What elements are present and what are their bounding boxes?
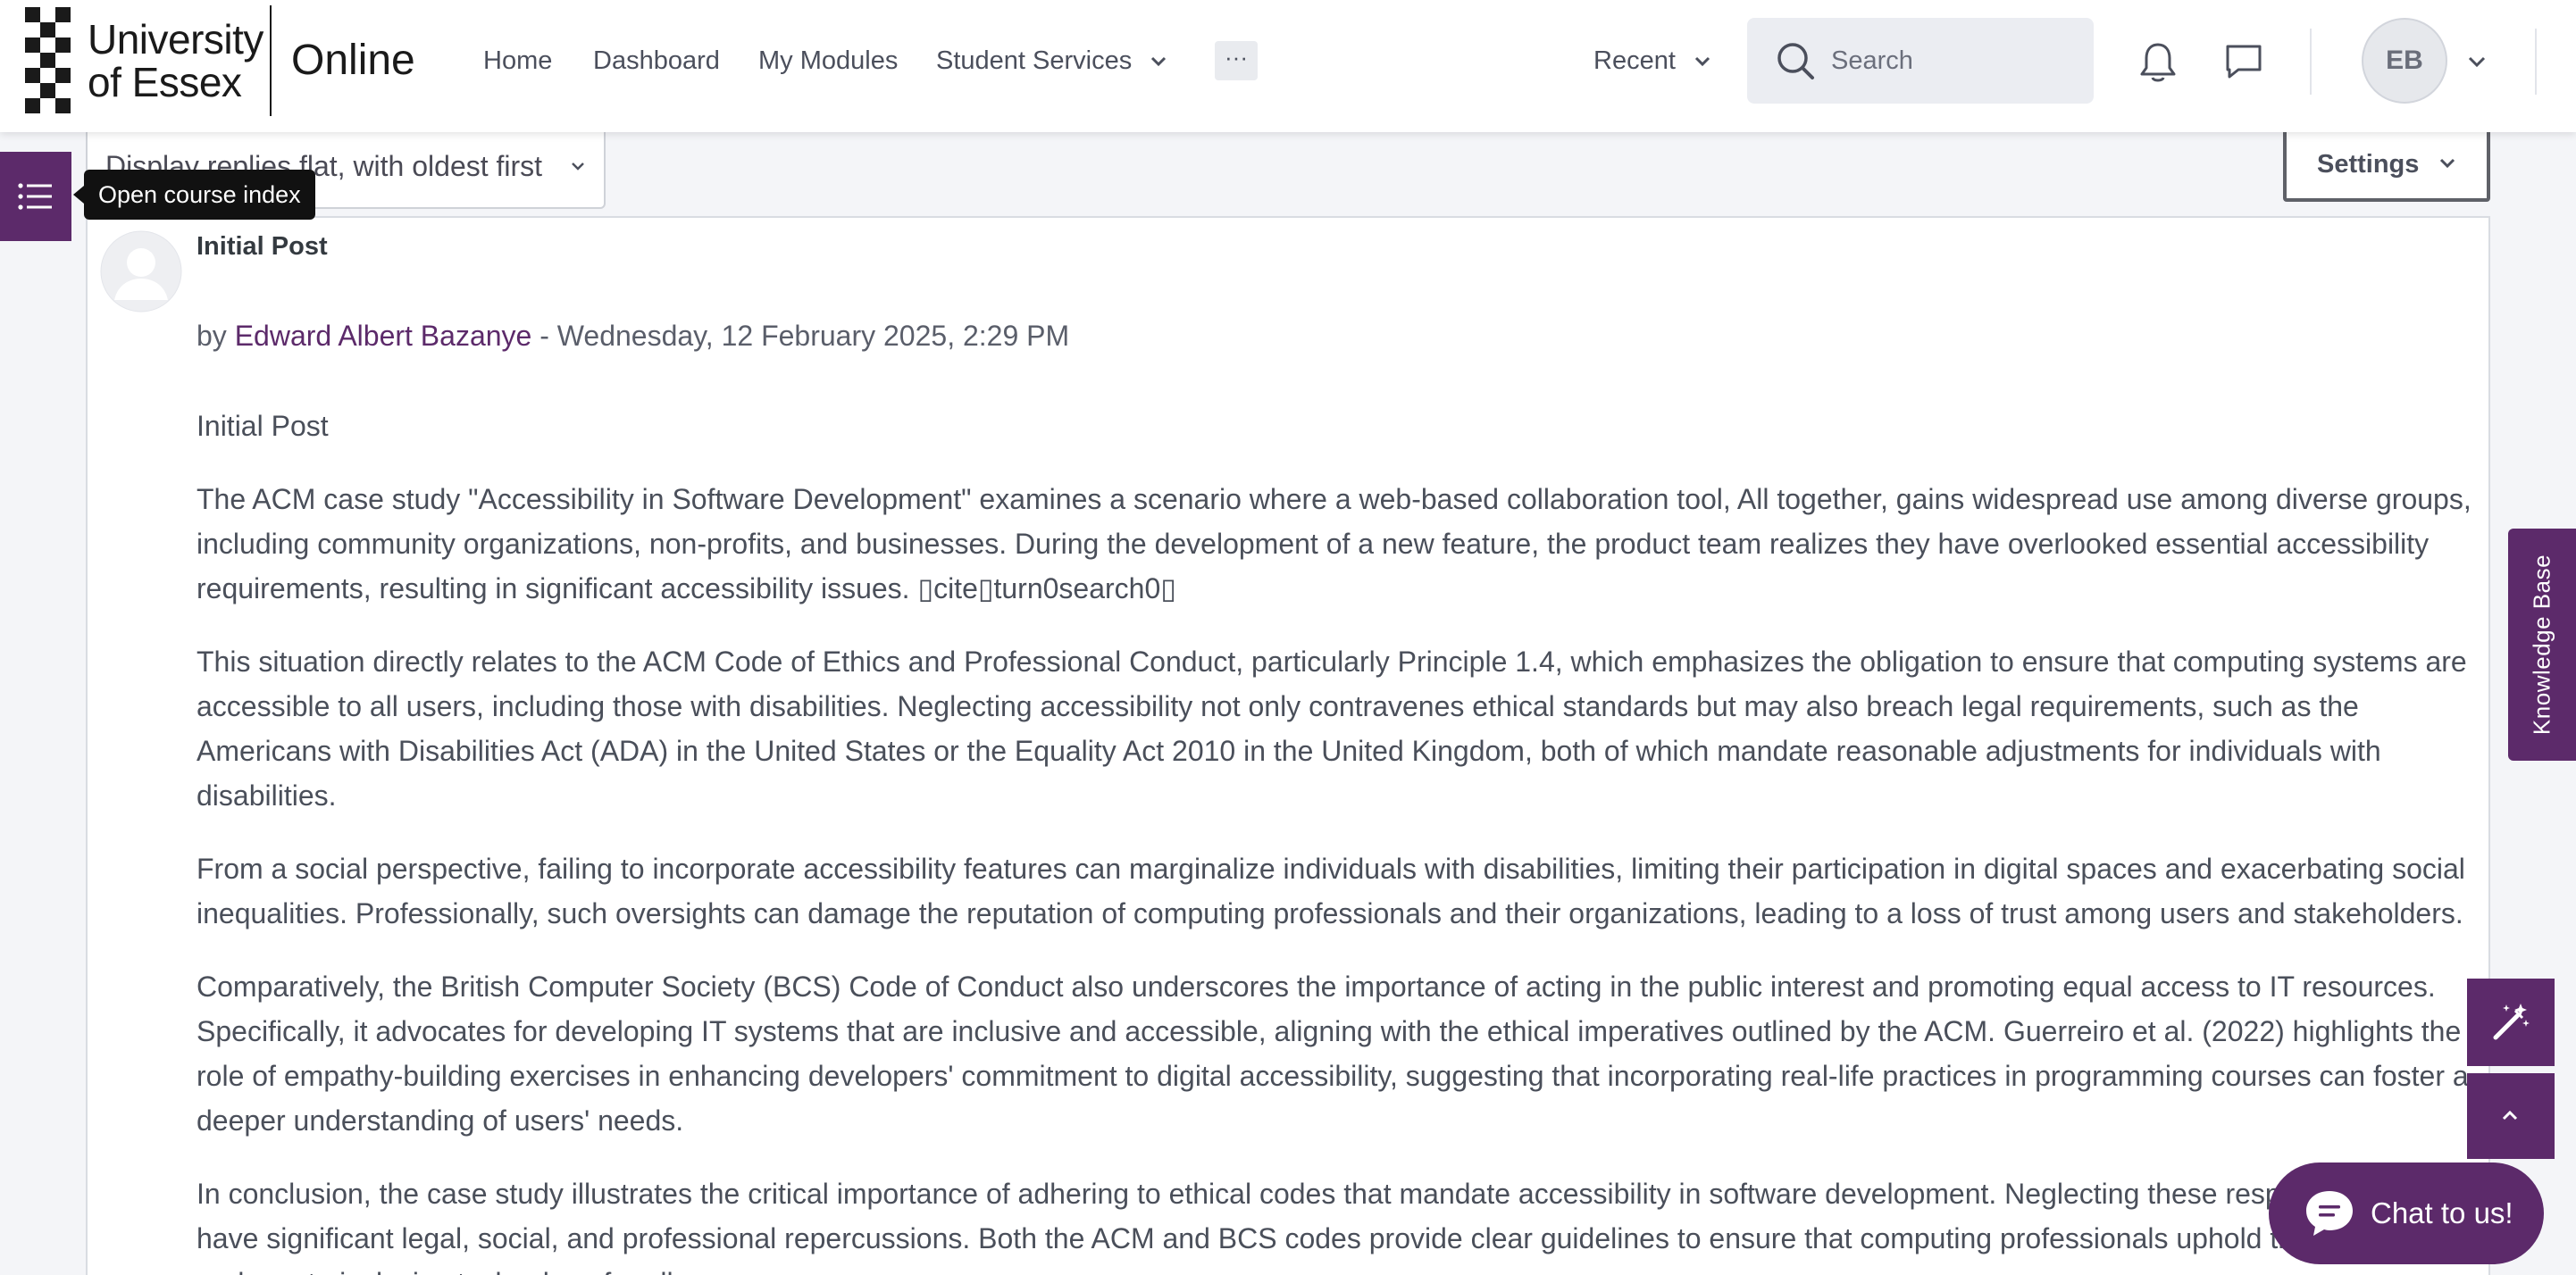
post-paragraph: This situation directly relates to the A…: [197, 646, 2467, 812]
post-date: Wednesday, 12 February 2025, 2:29 PM: [556, 320, 1070, 352]
tooltip-arrow: [73, 186, 84, 204]
nav-home[interactable]: Home: [483, 45, 552, 77]
user-avatar[interactable]: EB: [2362, 18, 2447, 104]
search-box[interactable]: [1747, 18, 2094, 104]
magic-wand-button[interactable]: [2467, 979, 2555, 1066]
post-byline: by Edward Albert Bazanye - Wednesday, 12…: [197, 320, 1069, 353]
list-icon: [18, 183, 52, 210]
bell-icon[interactable]: [2138, 41, 2178, 84]
magic-wand-icon: [2493, 1004, 2530, 1040]
nav-my-modules[interactable]: My Modules: [758, 45, 898, 77]
post-paragraph: Comparatively, the British Computer Soci…: [197, 971, 2469, 1137]
post-paragraph: Initial Post: [197, 410, 329, 442]
user-menu-chevron-down-icon[interactable]: [2467, 55, 2487, 68]
chat-icon: [2306, 1191, 2353, 1236]
nav-student-services-label: Student Services: [936, 46, 1133, 75]
search-input[interactable]: [1831, 41, 2072, 80]
university-logo-mark-icon[interactable]: [25, 7, 71, 114]
chat-to-us-label: Chat to us!: [2371, 1196, 2513, 1229]
post-paragraph: The ACM case study "Accessibility in Sof…: [197, 483, 2471, 604]
chat-to-us-button[interactable]: Chat to us!: [2269, 1162, 2544, 1264]
chevron-down-icon: [572, 162, 584, 171]
search-icon: [1777, 43, 1814, 79]
post-paragraph: In conclusion, the case study illustrate…: [197, 1178, 2473, 1275]
nav-recent[interactable]: Recent: [1593, 45, 1711, 77]
course-index-tooltip: Open course index: [84, 170, 315, 220]
nav-more-button[interactable]: ···: [1215, 41, 1258, 80]
open-course-index-button[interactable]: [0, 152, 71, 241]
knowledge-base-tab[interactable]: Knowledge Base: [2508, 529, 2576, 761]
post-body: Initial Post The ACM case study "Accessi…: [197, 404, 2480, 1275]
brand-line-2: of Essex: [88, 59, 242, 105]
nav-recent-label: Recent: [1593, 46, 1676, 75]
byline-separator: -: [531, 320, 557, 352]
chevron-up-icon: [2502, 1110, 2518, 1121]
brand-wordmark[interactable]: University of Essex: [88, 18, 263, 104]
navbar-divider: [2310, 29, 2312, 95]
chevron-down-icon: [2439, 158, 2455, 169]
chevron-down-icon: [1694, 57, 1710, 67]
brand-line-1: University: [88, 16, 263, 62]
nav-student-services[interactable]: Student Services: [936, 45, 1167, 77]
navbar-divider-right: [2535, 29, 2537, 95]
byline-prefix: by: [197, 320, 227, 352]
author-avatar-icon[interactable]: [100, 230, 182, 312]
chat-bubble-icon[interactable]: [2224, 43, 2263, 80]
post-paragraph: From a social perspective, failing to in…: [197, 853, 2465, 929]
top-navbar: University of Essex Online Home Dashboar…: [0, 0, 2576, 132]
brand-divider: [270, 5, 272, 116]
nav-dashboard[interactable]: Dashboard: [593, 45, 720, 77]
post-subject: Initial Post: [197, 232, 328, 261]
brand-online: Online: [291, 37, 415, 84]
back-to-top-button[interactable]: [2467, 1073, 2555, 1159]
chevron-down-icon: [1151, 57, 1167, 67]
settings-button-label: Settings: [2317, 150, 2420, 179]
knowledge-base-label: Knowledge Base: [2528, 554, 2555, 736]
author-link[interactable]: Edward Albert Bazanye: [235, 320, 532, 352]
settings-button[interactable]: Settings: [2283, 121, 2490, 202]
